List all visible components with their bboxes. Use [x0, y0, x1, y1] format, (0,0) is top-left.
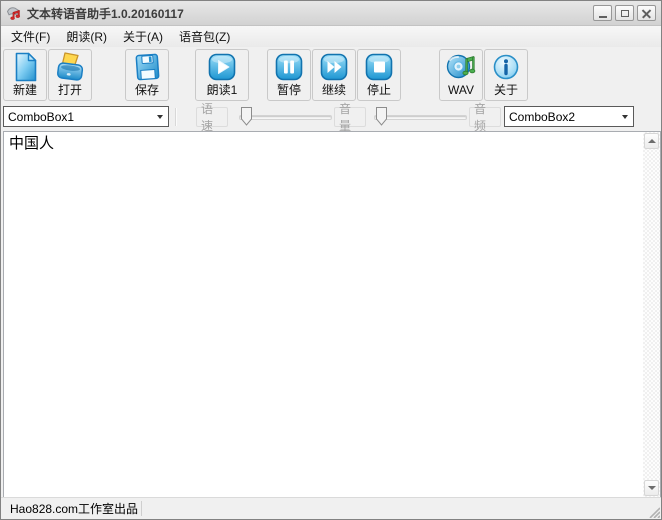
new-document-icon	[9, 51, 41, 83]
menu-voicepack[interactable]: 语音包(Z)	[171, 25, 238, 48]
status-separator	[141, 501, 142, 516]
text-editor[interactable]: 中国人	[9, 134, 638, 153]
pause-icon	[273, 51, 305, 83]
rate-slider-track[interactable]	[239, 115, 332, 120]
fast-forward-icon	[318, 51, 350, 83]
play-icon	[206, 51, 238, 83]
volume-slider[interactable]	[372, 105, 469, 129]
menu-file[interactable]: 文件(F)	[3, 25, 58, 48]
close-icon	[642, 9, 651, 18]
about-button[interactable]: 关于	[484, 49, 528, 101]
volume-slider-track[interactable]	[374, 115, 467, 120]
arrow-down-icon	[648, 486, 656, 490]
scroll-up-button[interactable]	[644, 133, 659, 149]
close-button[interactable]	[637, 5, 656, 21]
volume-slider-thumb[interactable]	[376, 107, 387, 126]
rate-slider-thumb[interactable]	[241, 107, 252, 126]
open-button[interactable]: 打开	[48, 49, 92, 101]
window-title: 文本转语音助手1.0.20160117	[27, 5, 590, 22]
app-window: 文本转语音助手1.0.20160117 文件(F) 朗读(R) 关于(A) 语音…	[0, 0, 662, 520]
pause-button[interactable]: 暂停	[267, 49, 311, 101]
cd-music-note-icon	[445, 51, 477, 83]
chevron-down-icon[interactable]	[617, 115, 633, 119]
rate-label: 语速	[196, 107, 228, 127]
wav-button[interactable]: WAV	[439, 49, 483, 101]
volume-label: 音量	[334, 107, 366, 127]
stop-button[interactable]: 停止	[357, 49, 401, 101]
separator	[175, 108, 177, 126]
maximize-button[interactable]	[615, 5, 634, 21]
continue-button[interactable]: 继续	[312, 49, 356, 101]
maximize-icon	[621, 10, 629, 17]
new-button[interactable]: 新建	[3, 49, 47, 101]
rate-slider[interactable]	[237, 105, 334, 129]
resize-grip-icon[interactable]	[647, 505, 660, 518]
stop-icon	[363, 51, 395, 83]
controls-row: ComboBox1 语速 音量 音频 ComboBox2	[1, 105, 661, 131]
save-button[interactable]: 保存	[125, 49, 169, 101]
menu-about[interactable]: 关于(A)	[115, 25, 171, 48]
info-icon	[490, 51, 522, 83]
menu-read[interactable]: 朗读(R)	[58, 25, 115, 48]
toolbar: 新建 打开	[1, 47, 661, 105]
voice-combobox[interactable]: ComboBox1	[3, 106, 169, 127]
text-editor-panel: 中国人	[3, 131, 661, 498]
audio-combobox[interactable]: ComboBox2	[504, 106, 634, 127]
arrow-up-icon	[648, 139, 656, 143]
save-floppy-icon	[131, 51, 163, 83]
status-text: Hao828.com工作室出品	[1, 500, 138, 517]
app-icon	[6, 5, 22, 21]
minimize-button[interactable]	[593, 5, 612, 21]
vertical-scrollbar[interactable]	[643, 132, 660, 497]
open-file-icon	[54, 51, 86, 83]
minimize-icon	[599, 16, 607, 18]
titlebar: 文本转语音助手1.0.20160117	[1, 1, 661, 26]
chevron-down-icon[interactable]	[152, 115, 168, 119]
scroll-down-button[interactable]	[644, 480, 659, 496]
read-button[interactable]: 朗读1	[195, 49, 249, 101]
menubar: 文件(F) 朗读(R) 关于(A) 语音包(Z)	[1, 26, 661, 47]
audio-label: 音频	[469, 107, 501, 127]
statusbar: Hao828.com工作室出品	[1, 497, 661, 519]
